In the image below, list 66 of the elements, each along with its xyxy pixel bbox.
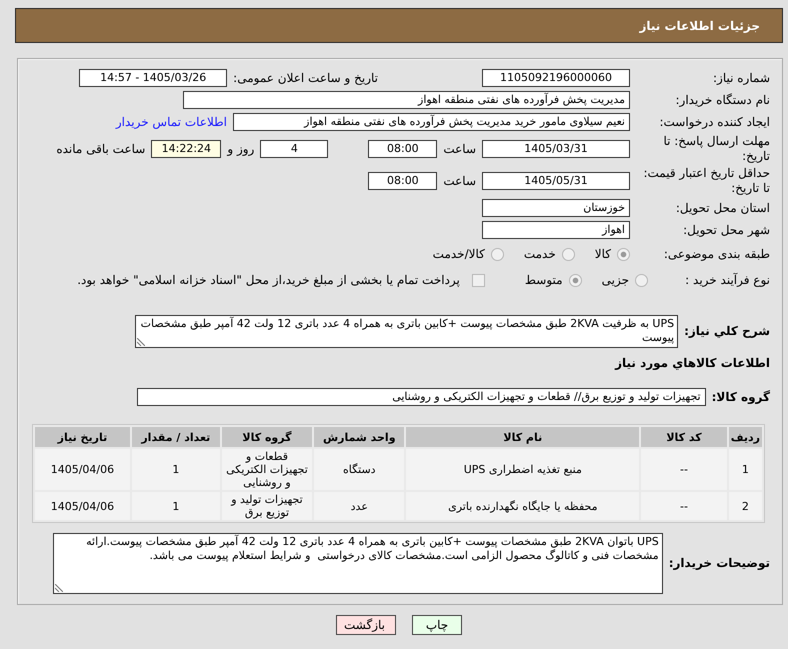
requester-field[interactable]: نعیم سیلاوی مامور خرید مدیریت پخش فرآورده های نفتی منطقه اهواز [233, 113, 630, 131]
resize-grip-icon[interactable] [137, 338, 145, 346]
table-cell: منبع تغذیه اضطراری UPS [406, 449, 640, 490]
table-cell: -- [641, 492, 727, 520]
time-field[interactable]: 08:00 [368, 172, 438, 190]
need-number-field[interactable]: 1105092196000060 [482, 69, 630, 87]
column-header: تاریخ نیاز [35, 427, 130, 447]
table-cell: 2 [728, 492, 762, 520]
field-label: شرح کلي نیاز: [684, 324, 770, 339]
field-label: تاریخ و ساعت اعلان عمومی: [233, 71, 378, 85]
province-field[interactable]: خوزستان [482, 199, 630, 217]
field-label: استان محل تحویل: [674, 200, 770, 216]
date-field[interactable]: 1405/05/31 [482, 172, 630, 190]
days-field[interactable]: 4 [260, 140, 328, 158]
field-label: ساعت باقی مانده [56, 142, 146, 156]
field-label: نوع فرآیند خرید : [684, 272, 770, 288]
field-label: شماره نیاز: [712, 70, 770, 86]
description-field[interactable]: UPS به ظرفیت 2KVA طبق مشخصات پیوست +کابین باتری به همراه 4 عدد باتری 12 ولت 42 آمپر طبق مشخصات پیوست [135, 315, 678, 348]
table-cell: 1405/04/06 [35, 492, 130, 520]
column-header: گروه کالا [222, 427, 312, 447]
time-field[interactable]: 08:00 [368, 140, 438, 158]
radio-label: متوسط [524, 273, 563, 287]
radio-label: خدمت [524, 247, 556, 261]
item-group-field[interactable]: تجهیزات تولید و توزیع برق// قطعات و تجهیزات الکتریکی و روشنایی [137, 388, 706, 406]
table-cell: عدد [314, 492, 404, 520]
table-cell: قطعات و تجهیزات الکتریکی و روشنایی [222, 449, 312, 490]
radio-label: کالا/خدمت [432, 247, 485, 261]
back-button[interactable]: بازگشت [336, 615, 396, 635]
resize-grip-icon[interactable] [55, 584, 63, 592]
table-cell: 1 [728, 449, 762, 490]
print-button[interactable]: چاپ [412, 615, 462, 635]
city-field[interactable]: اهواز [482, 221, 630, 239]
column-header: واحد شمارش [314, 427, 404, 447]
field-label: روز و [227, 142, 254, 156]
radio-label: جزیی [602, 273, 629, 287]
table-cell: 1 [132, 492, 220, 520]
table-cell: دستگاه [314, 449, 404, 490]
section-title: اطلاعات کالاهاي مورد نیاز [614, 356, 770, 371]
page-title: جزئیات اطلاعات نیاز [639, 18, 760, 32]
radio-label: کالا [594, 247, 611, 261]
table-cell: محفظه یا جایگاه نگهدارنده باتری [406, 492, 640, 520]
checkbox-label: پرداخت تمام یا بخشی از مبلغ خرید،از محل "اسناد خزانه اسلامی" خواهد بود. [77, 273, 460, 287]
buyer-name-field[interactable]: مدیریت پخش فرآورده های نفتی منطقه اهواز [183, 91, 630, 109]
date-time-field[interactable]: 1405/03/26 - 14:57 [79, 69, 228, 87]
column-header: کد کالا [641, 427, 727, 447]
table-cell: 1 [132, 449, 220, 490]
column-header: ردیف [728, 427, 762, 447]
field-label: مهلت ارسال پاسخ: تا تاریخ: [662, 134, 770, 164]
field-label: نام دستگاه خریدار: [674, 92, 770, 108]
buyer-notes-field[interactable]: UPS باتوان 2KVA طبق مشخصات پیوست +کابین باتری به همراه 4 عدد باتری 12 ولت 42 آمپر طبق مشخصات پیوست.ارائه مشخصات فنی و کاتالوگ محصول الزامی است.مشخصات کالای درخواستی و شرایط استعلام پیوست می باشد. [53, 533, 663, 594]
field-label: طبقه بندی موضوعی: [662, 246, 770, 262]
table-cell: 1405/04/06 [35, 449, 130, 490]
table-cell: -- [641, 449, 727, 490]
field-label: گروه کالا: [712, 390, 770, 404]
field-label: حداقل تاریخ اعتبار قیمت: تا تاریخ: [642, 166, 770, 196]
date-field[interactable]: 1405/03/31 [482, 140, 630, 158]
contact-link[interactable]: اطلاعات تماس خریدار [116, 115, 227, 129]
field-label: توضیحات خریدار: [668, 556, 770, 571]
column-header: نام کالا [406, 427, 640, 447]
field-label: ساعت [443, 174, 476, 188]
field-label: ساعت [443, 142, 476, 156]
field-label: شهر محل تحویل: [682, 222, 770, 238]
column-header: تعداد / مقدار [132, 427, 220, 447]
remaining-time-field[interactable]: 14:22:24 [151, 140, 222, 158]
table-cell: تجهیزات تولید و توزیع برق [222, 492, 312, 520]
field-label: ایجاد کننده درخواست: [658, 114, 770, 130]
